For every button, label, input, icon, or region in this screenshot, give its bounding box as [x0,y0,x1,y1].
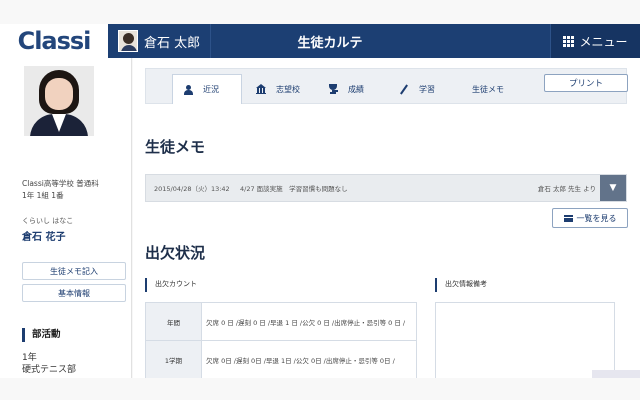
club-heading: 部活動 [22,328,61,342]
attendance-heading: 出欠状況 [145,244,206,262]
user-name: 倉石 太郎 [144,35,201,51]
row-value: 欠席 0日 /遅刻 0日 /早退 1日 /公欠 0日 /出席停止・忌引等 0日 … [201,340,417,379]
tab-label: 学習 [419,84,435,94]
club-name: 硬式テニス部 [22,365,77,375]
tab-student-memo[interactable]: 生徒メモ [472,74,504,104]
view-list-button[interactable]: 一覧を見る [552,208,628,228]
list-icon [563,214,573,222]
menu-button[interactable]: メニュー [550,24,640,58]
basic-info-button[interactable]: 基本情報 [22,284,126,302]
user-menu[interactable]: 倉石 太郎 [108,24,212,58]
school-name: Classi高等学校 普通科 [22,179,99,188]
app-header: Classi 倉石 太郎 生徒カルテ メニュー [0,24,640,58]
attendance-count-label: 出欠カウント [145,278,197,292]
pen-icon [399,84,409,94]
memo-heading: 生徒メモ [145,138,206,156]
grid-menu-icon [563,36,575,47]
expand-chevron-icon[interactable]: ▼ [600,175,626,201]
attendance-table: 年間 欠席 0 日 /遅刻 0 日 /早退 1 日 /公欠 0 日 /出席停止・… [145,302,417,379]
page: Classi 倉石 太郎 生徒カルテ メニュー Classi高等学校 普通科 1… [0,0,640,400]
menu-label: メニュー [579,34,628,49]
memo-body: 4/27 面談実施 学習習慣も問題なし [240,185,348,193]
attendance-notes-box [435,302,615,380]
classi-logo[interactable]: Classi [0,24,108,58]
table-row: 年間 欠席 0 日 /遅刻 0 日 /早退 1 日 /公欠 0 日 /出席停止・… [145,302,417,341]
club-year: 1年 [22,353,37,363]
logo-text: Classi [17,27,92,55]
tab-label: 近況 [203,85,219,94]
main-content: 近況 志望校 成績 学習 生徒メモ プリント 生徒メモ 2015/04/28（火… [133,58,640,380]
tab-label: 志望校 [276,84,300,94]
memo-entry[interactable]: 2015/04/28（火）13:42 4/27 面談実施 学習習慣も問題なし 倉… [145,174,627,202]
bottom-margin [0,378,640,400]
attendance-notes-label: 出欠情報備考 [435,278,487,292]
tab-label: 生徒メモ [472,84,504,94]
trophy-icon [328,84,338,94]
tab-label: 成績 [348,84,364,94]
scrollbar-corner [592,370,640,378]
table-row: 1学期 欠席 0日 /遅刻 0日 /早退 1日 /公欠 0日 /出席停止・忌引等… [145,340,417,379]
memo-date: 2015/04/28（火）13:42 [154,185,230,193]
print-button[interactable]: プリント [544,74,628,92]
page-title: 生徒カルテ [297,35,363,51]
list-button-label: 一覧を見る [576,213,617,223]
student-kana: くらいし はなこ [22,217,74,225]
person-icon [183,84,193,95]
tab-study[interactable]: 学習 [399,74,435,104]
student-sidebar: Classi高等学校 普通科 1年 1組 1番 くらいし はなこ 倉石 花子 生… [0,58,132,378]
top-margin [0,0,640,24]
row-label: 1学期 [145,340,202,379]
tab-recent[interactable]: 近況 [172,74,242,104]
class-number: 1年 1組 1番 [22,191,64,200]
school-info: Classi高等学校 普通科 1年 1組 1番 [22,178,99,202]
memo-author: 倉石 太郎 先生 より [537,185,596,193]
school-icon [256,84,266,94]
student-photo [24,66,94,136]
write-memo-button[interactable]: 生徒メモ記入 [22,262,126,280]
row-label: 年間 [145,302,202,341]
student-name: 倉石 花子 [22,232,66,243]
club-info: 1年 硬式テニス部 [22,352,76,376]
tab-grades[interactable]: 成績 [328,74,364,104]
row-value: 欠席 0 日 /遅刻 0 日 /早退 1 日 /公欠 0 日 /出席停止・忌引等… [201,302,417,341]
user-avatar [118,30,138,52]
tab-target-school[interactable]: 志望校 [256,74,300,104]
